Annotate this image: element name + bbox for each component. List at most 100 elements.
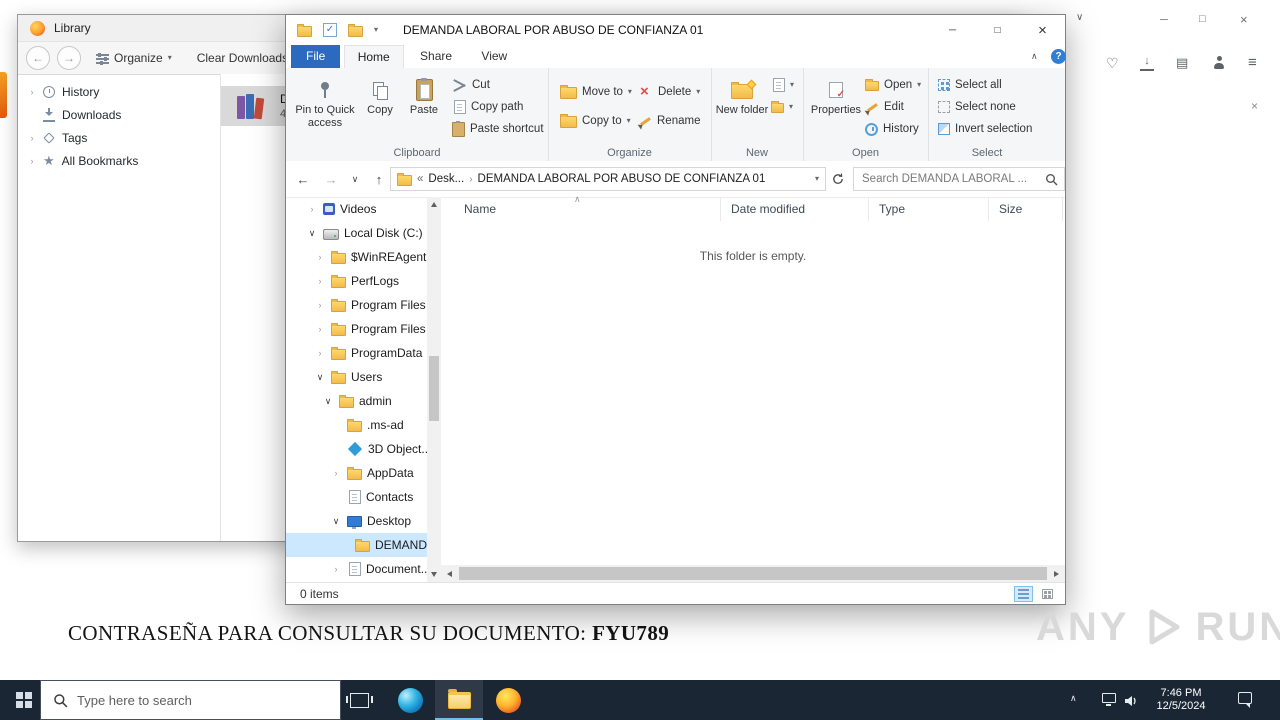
chevron-expanded-icon[interactable]: ∨ [330, 516, 342, 527]
sidebar-item-tags[interactable]: › Tags [18, 126, 220, 149]
taskbar-search-box[interactable]: Type here to search [40, 680, 341, 720]
refresh-button[interactable] [828, 167, 848, 191]
copy-to-button[interactable]: Copy to ▾ [560, 110, 631, 132]
edge-taskbar-button[interactable] [386, 680, 434, 720]
breadcrumb-overflow-icon[interactable]: « [417, 173, 423, 185]
tree-item[interactable]: › AppData [286, 461, 427, 485]
tree-item[interactable]: .ms-ad [286, 413, 427, 437]
sidebar-item-history[interactable]: › History [18, 80, 220, 103]
chevron-collapsed-icon[interactable]: › [330, 564, 342, 574]
network-icon[interactable] [1102, 693, 1116, 706]
explorer-maximize-button[interactable]: □ [975, 15, 1020, 45]
tree-item[interactable]: › Program Files [286, 317, 427, 341]
invert-selection-button[interactable]: Invert selection [938, 118, 1032, 140]
qat-customize-chevron-icon[interactable]: ▾ [374, 26, 378, 34]
address-bar[interactable]: « Desk... › DEMANDA LABORAL POR ABUSO DE… [390, 167, 826, 191]
menu-icon[interactable]: ≡ [1248, 54, 1257, 71]
tree-item[interactable]: 3D Object... [286, 437, 427, 461]
close-icon[interactable]: × [1251, 99, 1258, 113]
tab-file[interactable]: File [291, 45, 341, 68]
recent-locations-chevron-icon[interactable]: ∨ [346, 167, 364, 191]
easy-access-button[interactable]: ▾ [771, 96, 793, 118]
sidebar-item-all-bookmarks[interactable]: › All Bookmarks [18, 149, 220, 172]
firefox-close-button[interactable]: × [1240, 12, 1248, 27]
file-explorer-taskbar-button[interactable] [435, 680, 483, 720]
tree-item[interactable]: ∨ admin [286, 389, 427, 413]
explorer-minimize-button[interactable]: ─ [930, 15, 975, 45]
firefox-minimize-button[interactable]: ─ [1160, 14, 1168, 26]
tree-scrollbar[interactable] [427, 197, 441, 582]
tree-item[interactable]: Contacts [286, 485, 427, 509]
breadcrumb-root[interactable]: Desk... [428, 173, 464, 185]
chevron-expanded-icon[interactable]: ∨ [322, 396, 334, 407]
move-to-button[interactable]: Move to ▾ [560, 81, 632, 103]
delete-button[interactable]: Delete ▾ [638, 81, 700, 103]
library-back-button[interactable]: ← [26, 46, 50, 70]
tab-share[interactable]: Share [407, 45, 465, 68]
chevron-collapsed-icon[interactable]: › [28, 133, 36, 143]
chevron-collapsed-icon[interactable]: › [314, 324, 326, 334]
organize-button[interactable]: Organize ▾ [88, 48, 180, 68]
chevron-collapsed-icon[interactable]: › [314, 252, 326, 262]
scroll-left-button[interactable] [441, 565, 458, 582]
account-icon[interactable] [1212, 56, 1226, 70]
library-forward-button[interactable]: → [57, 46, 81, 70]
ribbon-collapse-icon[interactable]: ∧ [1031, 51, 1038, 62]
firefox-taskbar-button[interactable] [484, 680, 532, 720]
cut-button[interactable]: Cut [452, 74, 490, 96]
new-item-button[interactable]: ▾ [771, 74, 794, 96]
chevron-collapsed-icon[interactable]: › [314, 300, 326, 310]
paste-button[interactable]: Paste [402, 76, 446, 117]
paste-shortcut-button[interactable]: Paste shortcut [452, 118, 544, 140]
tab-view[interactable]: View [468, 45, 520, 68]
help-button[interactable]: ? [1051, 49, 1066, 64]
chevron-collapsed-icon[interactable]: › [306, 204, 318, 214]
scroll-down-button[interactable] [427, 567, 441, 582]
address-dropdown-icon[interactable]: ▾ [815, 175, 819, 183]
volume-icon[interactable] [1124, 694, 1138, 712]
history-button[interactable]: History [865, 118, 919, 140]
new-folder-button[interactable]: New folder [715, 76, 769, 117]
chevron-collapsed-icon[interactable]: › [314, 348, 326, 358]
explorer-close-button[interactable]: × [1020, 15, 1065, 45]
chevron-collapsed-icon[interactable]: › [330, 468, 342, 478]
tree-item[interactable]: › Document... [286, 557, 427, 581]
icons-view-button[interactable] [1038, 586, 1057, 602]
tree-item[interactable]: ∨ Users [286, 365, 427, 389]
qat-new-folder-icon[interactable] [348, 24, 363, 37]
scroll-right-button[interactable] [1048, 565, 1065, 582]
action-center-icon[interactable] [1238, 692, 1252, 708]
column-header-name[interactable]: Name [441, 197, 721, 221]
horizontal-scrollbar[interactable] [441, 565, 1065, 582]
open-button[interactable]: Open ▾ [865, 74, 921, 96]
scrollbar-thumb[interactable] [429, 356, 439, 421]
edit-button[interactable]: Edit [865, 96, 904, 118]
tree-item[interactable]: › Program Files [286, 293, 427, 317]
scrollbar-thumb[interactable] [459, 567, 1047, 580]
tree-item[interactable]: DEMAND... [286, 533, 427, 557]
chevron-expanded-icon[interactable]: ∨ [314, 372, 326, 383]
details-view-button[interactable] [1014, 586, 1033, 602]
chevron-expanded-icon[interactable]: ∨ [306, 228, 318, 239]
rename-button[interactable]: Rename [638, 110, 700, 132]
chevron-collapsed-icon[interactable]: › [28, 87, 36, 97]
tree-item[interactable]: › $WinREAgent [286, 245, 427, 269]
sidebar-item-downloads[interactable]: Downloads [18, 103, 220, 126]
back-button[interactable]: ← [290, 167, 316, 191]
copy-button[interactable]: Copy [360, 76, 400, 117]
taskbar-clock[interactable]: 7:46 PM 12/5/2024 [1146, 687, 1216, 713]
explorer-search-input[interactable] [854, 173, 1045, 185]
tree-item[interactable]: › Videos [286, 197, 427, 221]
select-none-button[interactable]: Select none [938, 96, 1016, 118]
scroll-up-button[interactable] [427, 197, 441, 212]
library-icon[interactable]: ▤ [1176, 55, 1188, 71]
chevron-collapsed-icon[interactable]: › [314, 276, 326, 286]
column-header-type[interactable]: Type [869, 197, 989, 221]
downloads-toolbar-icon[interactable]: ↓ [1140, 55, 1154, 71]
chevron-collapsed-icon[interactable]: › [28, 156, 36, 166]
tree-item[interactable]: › ProgramData [286, 341, 427, 365]
forward-button[interactable]: → [318, 167, 344, 191]
tree-item[interactable]: › PerfLogs [286, 269, 427, 293]
qat-properties-icon[interactable]: ✓ [323, 23, 337, 37]
heart-icon[interactable]: ♡ [1106, 55, 1119, 72]
